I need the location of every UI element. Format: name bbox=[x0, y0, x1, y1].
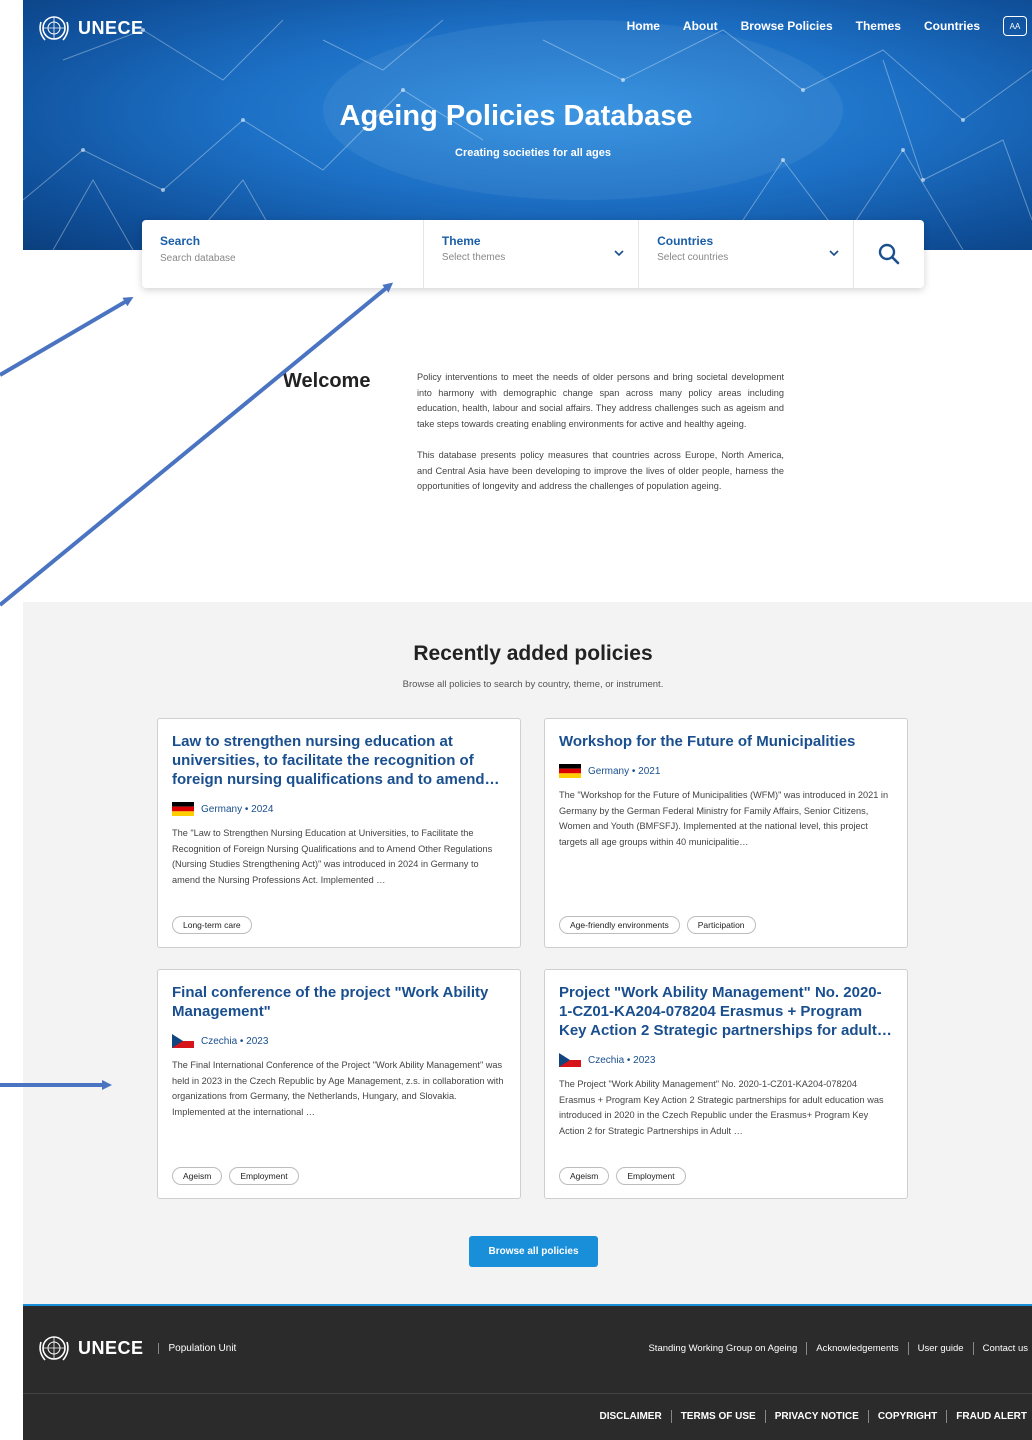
policy-meta: Czechia • 2023 bbox=[172, 1034, 506, 1048]
policy-country-year: Czechia • 2023 bbox=[588, 1054, 656, 1066]
welcome-heading: Welcome bbox=[283, 370, 371, 392]
theme-placeholder: Select themes bbox=[441, 252, 506, 263]
legal-link-fraud-alert[interactable]: FRAUD ALERT bbox=[956, 1411, 1027, 1422]
germany-flag-icon bbox=[559, 764, 581, 778]
welcome-paragraph: Policy interventions to meet the needs o… bbox=[417, 372, 784, 429]
welcome-text: Policy interventions to meet the needs o… bbox=[417, 370, 784, 511]
tag-employment[interactable]: Employment bbox=[616, 1167, 686, 1185]
germany-flag-icon bbox=[172, 802, 194, 816]
policy-description: The Final International Conference of th… bbox=[172, 1060, 504, 1117]
search-bar: Search Theme Select themes Countries Sel… bbox=[142, 220, 924, 288]
top-navigation: Home About Browse Policies Themes Countr… bbox=[627, 16, 1032, 36]
annotation-arrow bbox=[0, 296, 134, 377]
policy-title[interactable]: Final conference of the project "Work Ab… bbox=[172, 983, 506, 1021]
separator bbox=[806, 1342, 808, 1355]
tag-ageism[interactable]: Ageism bbox=[559, 1167, 610, 1185]
chevron-down-icon bbox=[614, 250, 624, 257]
search-label: Search bbox=[160, 234, 201, 248]
nav-countries[interactable]: Countries bbox=[924, 19, 980, 33]
tag-employment[interactable]: Employment bbox=[229, 1167, 299, 1185]
policy-tags: Ageism Employment bbox=[559, 1167, 686, 1185]
policy-meta: Czechia • 2023 bbox=[559, 1053, 893, 1067]
un-emblem-icon bbox=[39, 16, 69, 41]
logo-text: UNECE bbox=[78, 17, 144, 38]
policy-card[interactable]: Final conference of the project "Work Ab… bbox=[157, 969, 521, 1199]
countries-placeholder: Select countries bbox=[657, 252, 729, 263]
policy-title[interactable]: Law to strengthen nursing education at u… bbox=[172, 732, 506, 789]
footer-links: Standing Working Group on Ageing Acknowl… bbox=[648, 1342, 1028, 1355]
separator bbox=[972, 1342, 974, 1355]
policy-country-year: Germany • 2021 bbox=[588, 765, 661, 777]
un-emblem-icon bbox=[39, 1336, 69, 1361]
policy-meta: Germany • 2024 bbox=[172, 802, 506, 816]
nav-themes[interactable]: Themes bbox=[856, 19, 901, 33]
theme-label: Theme bbox=[441, 234, 481, 248]
section-title: Recently added policies bbox=[413, 642, 653, 665]
browse-all-policies-button[interactable]: Browse all policies bbox=[469, 1236, 598, 1267]
nav-home[interactable]: Home bbox=[627, 19, 660, 33]
theme-dropdown[interactable]: Theme Select themes bbox=[424, 220, 640, 288]
page-subtitle: Creating societies for all ages bbox=[455, 147, 611, 159]
legal-link-terms-of-use[interactable]: TERMS OF USE bbox=[681, 1411, 756, 1422]
separator bbox=[764, 1410, 766, 1423]
policy-card[interactable]: Project "Work Ability Management" No. 20… bbox=[544, 969, 908, 1199]
search-button[interactable] bbox=[854, 220, 924, 288]
footer-link-contact-us[interactable]: Contact us bbox=[983, 1343, 1028, 1354]
policy-title[interactable]: Project "Work Ability Management" No. 20… bbox=[559, 983, 893, 1040]
welcome-paragraph: This database presents policy measures t… bbox=[417, 450, 784, 491]
policy-tags: Long-term care bbox=[172, 916, 252, 934]
footer-link-user-guide[interactable]: User guide bbox=[918, 1343, 964, 1354]
footer-unece-logo[interactable]: UNECE Population Unit bbox=[36, 1330, 236, 1366]
page-title: Ageing Policies Database bbox=[339, 100, 693, 132]
policy-tags: Ageism Employment bbox=[172, 1167, 299, 1185]
policy-tags: Age-friendly environments Participation bbox=[559, 916, 756, 934]
czechia-flag-icon bbox=[172, 1034, 194, 1048]
legal-links: DISCLAIMER TERMS OF USE PRIVACY NOTICE C… bbox=[599, 1410, 1027, 1423]
nav-browse-policies[interactable]: Browse Policies bbox=[741, 19, 833, 33]
separator bbox=[867, 1410, 869, 1423]
footer-link-standing-working-group[interactable]: Standing Working Group on Ageing bbox=[648, 1343, 797, 1354]
logo-text: UNECE bbox=[78, 1337, 144, 1358]
annotation-arrow bbox=[0, 282, 394, 607]
countries-dropdown[interactable]: Countries Select countries bbox=[639, 220, 855, 288]
population-unit-label: Population Unit bbox=[157, 1342, 236, 1354]
tag-long-term-care[interactable]: Long-term care bbox=[172, 916, 252, 934]
separator bbox=[907, 1342, 909, 1355]
policy-description: The "Workshop for the Future of Municipa… bbox=[559, 790, 889, 847]
policy-country-year: Czechia • 2023 bbox=[201, 1035, 269, 1047]
nav-about[interactable]: About bbox=[683, 19, 718, 33]
czechia-flag-icon bbox=[559, 1053, 581, 1067]
policy-title[interactable]: Workshop for the Future of Municipalitie… bbox=[559, 732, 893, 751]
policy-description: The Project "Work Ability Management" No… bbox=[559, 1079, 884, 1136]
separator bbox=[946, 1410, 948, 1423]
search-field[interactable]: Search bbox=[142, 220, 424, 288]
section-subtitle: Browse all policies to search by country… bbox=[402, 679, 664, 690]
legal-link-privacy-notice[interactable]: PRIVACY NOTICE bbox=[775, 1411, 859, 1422]
policy-description: The "Law to Strengthen Nursing Education… bbox=[172, 828, 493, 885]
search-input[interactable] bbox=[160, 253, 360, 264]
tag-age-friendly-environments[interactable]: Age-friendly environments bbox=[559, 916, 680, 934]
countries-label: Countries bbox=[657, 234, 714, 248]
search-icon bbox=[878, 243, 900, 265]
policy-meta: Germany • 2021 bbox=[559, 764, 893, 778]
footer-divider bbox=[23, 1393, 1032, 1394]
footer-link-acknowledgements[interactable]: Acknowledgements bbox=[816, 1343, 898, 1354]
unece-logo[interactable]: UNECE bbox=[36, 10, 144, 46]
legal-link-copyright[interactable]: COPYRIGHT bbox=[878, 1411, 937, 1422]
chevron-down-icon bbox=[829, 250, 839, 257]
legal-link-disclaimer[interactable]: DISCLAIMER bbox=[599, 1411, 661, 1422]
tag-ageism[interactable]: Ageism bbox=[172, 1167, 223, 1185]
policy-card[interactable]: Workshop for the Future of Municipalitie… bbox=[544, 718, 908, 948]
tag-participation[interactable]: Participation bbox=[686, 916, 756, 934]
separator bbox=[670, 1410, 672, 1423]
policy-card[interactable]: Law to strengthen nursing education at u… bbox=[157, 718, 521, 948]
text-size-button[interactable]: AA bbox=[1003, 16, 1027, 36]
policy-country-year: Germany • 2024 bbox=[201, 803, 274, 815]
